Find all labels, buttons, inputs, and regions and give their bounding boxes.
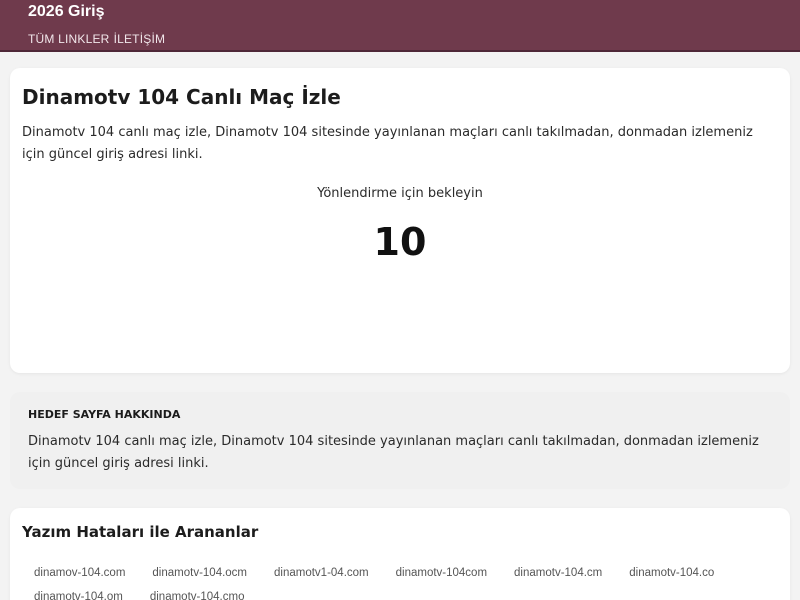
typo-link[interactable]: dinamotv-104.co — [629, 566, 714, 580]
about-heading: HEDEF SAYFA HAKKINDA — [28, 408, 181, 421]
redirect-card: Dinamotv 104 Canlı Maç İzle Dinamotv 104… — [10, 68, 790, 373]
site-header: 2026 Giriş TÜM LINKLER İLETİŞİM — [0, 0, 800, 52]
countdown-timer: 10 — [373, 220, 427, 264]
typo-searches-card: Yazım Hataları ile Arananlar dinamov-104… — [10, 508, 790, 600]
typo-link-list: dinamov-104.com dinamotv-104.ocm dinamot… — [34, 566, 774, 600]
typo-link[interactable]: dinamov-104.com — [34, 566, 125, 580]
typo-link[interactable]: dinamotv-104.cmo — [150, 590, 245, 600]
page-title: Dinamotv 104 Canlı Maç İzle — [22, 85, 341, 109]
typo-link[interactable]: dinamotv-104.ocm — [152, 566, 247, 580]
typo-searches-title: Yazım Hataları ile Arananlar — [22, 523, 259, 541]
typo-link[interactable]: dinamotv-104com — [396, 566, 487, 580]
about-target-card: HEDEF SAYFA HAKKINDA Dinamotv 104 canlı … — [10, 392, 790, 489]
site-title[interactable]: 2026 Giriş — [28, 3, 105, 21]
nav-link-all-links[interactable]: TÜM LINKLER — [28, 32, 110, 46]
page-description: Dinamotv 104 canlı maç izle, Dinamotv 10… — [22, 125, 753, 162]
top-nav: TÜM LINKLER İLETİŞİM — [28, 32, 165, 46]
typo-link[interactable]: dinamotv-104.cm — [514, 566, 602, 580]
about-text: Dinamotv 104 canlı maç izle, Dinamotv 10… — [28, 434, 759, 471]
nav-link-contact[interactable]: İLETİŞİM — [114, 32, 166, 46]
typo-link[interactable]: dinamotv1-04.com — [274, 566, 369, 580]
redirect-label: Yönlendirme için bekleyin — [317, 186, 483, 201]
typo-link[interactable]: dinamotv-104.om — [34, 590, 123, 600]
